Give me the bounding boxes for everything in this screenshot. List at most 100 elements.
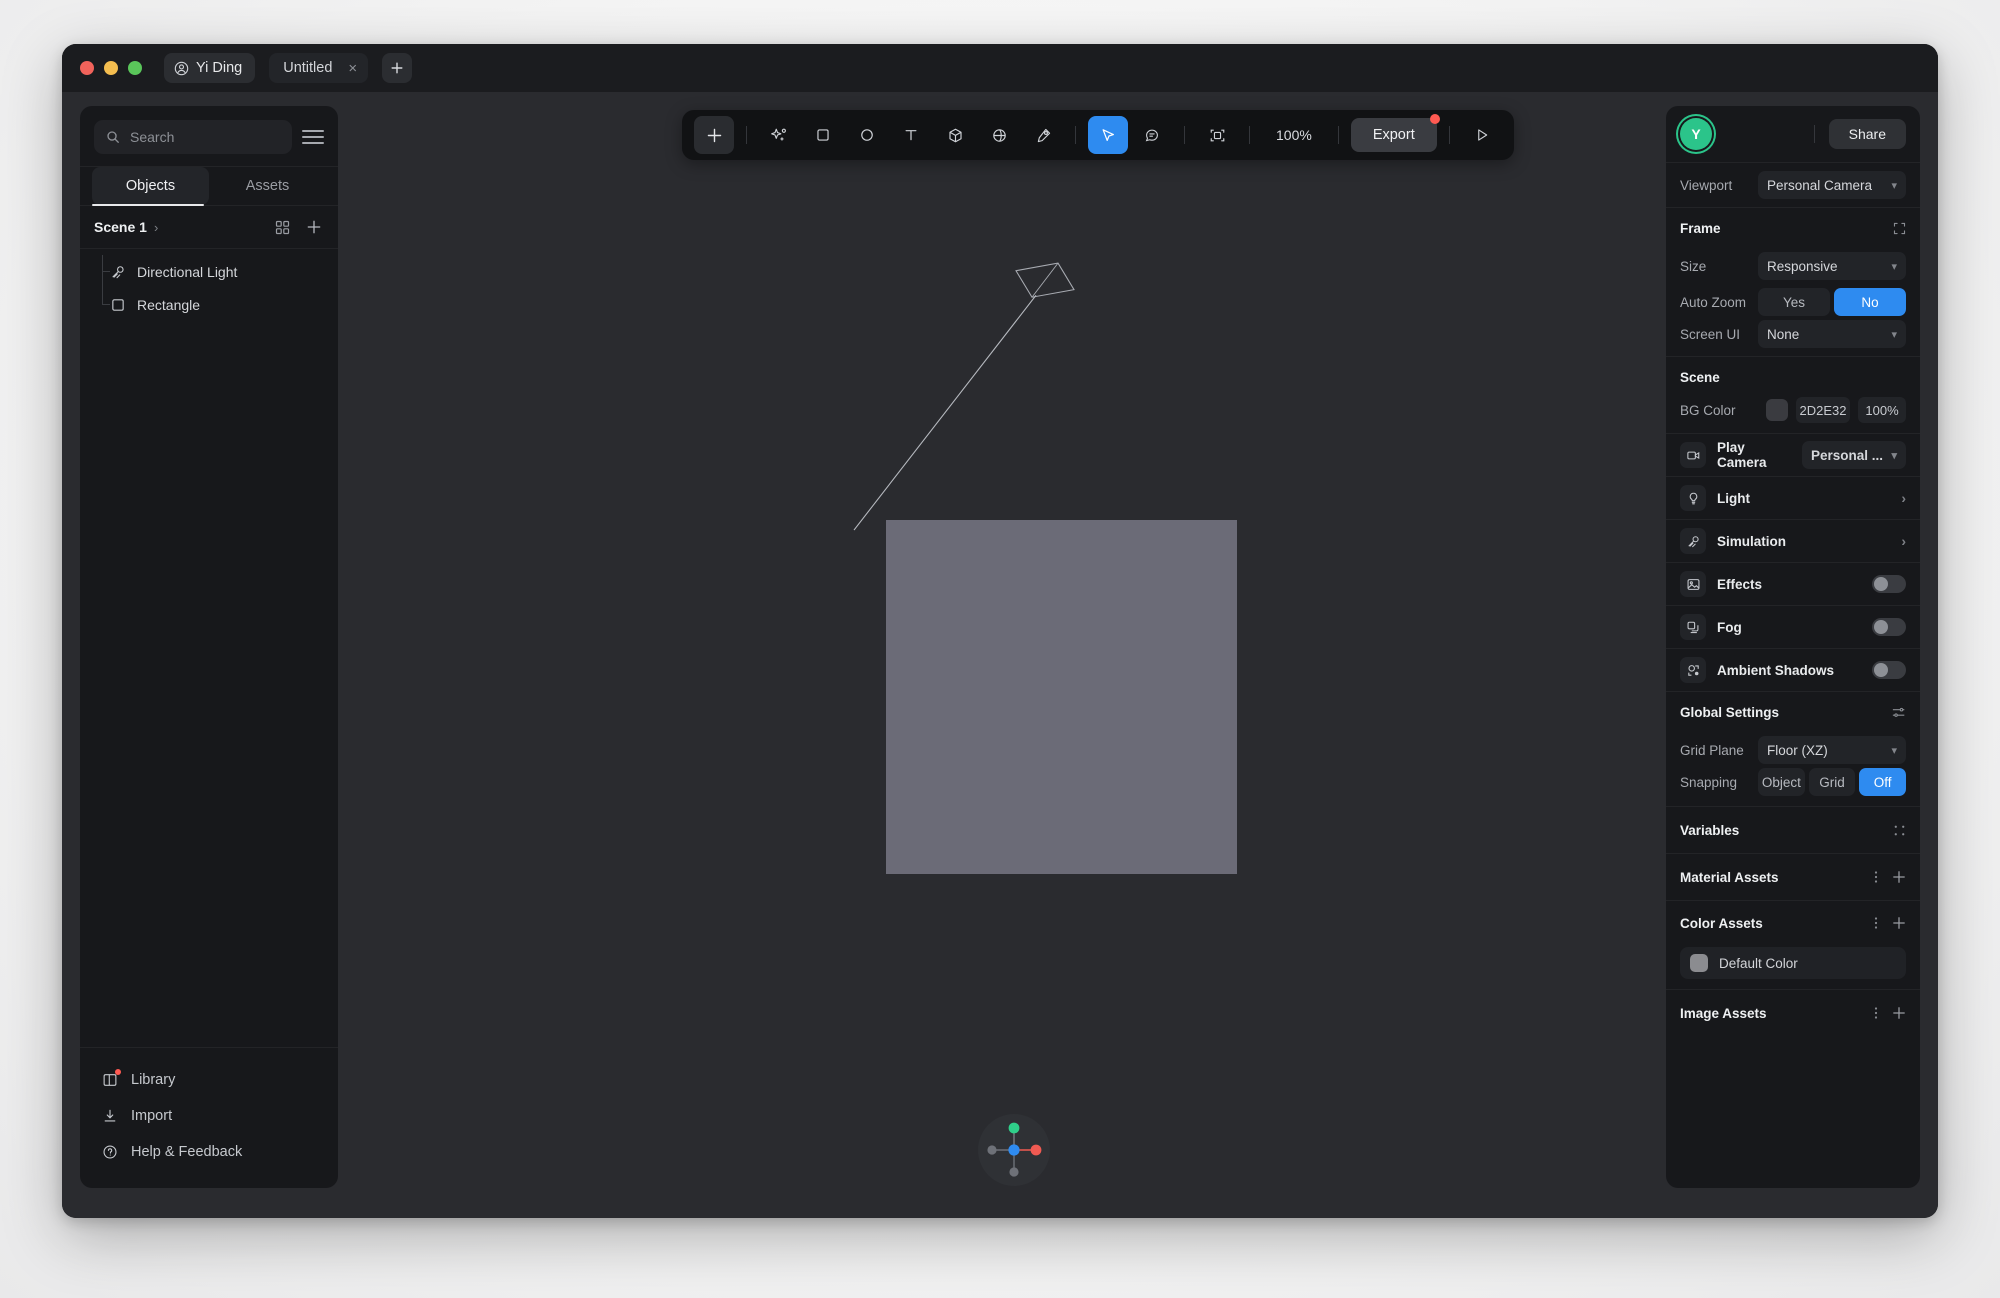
divider (1184, 126, 1185, 144)
bg-color-swatch[interactable] (1766, 399, 1788, 421)
global-settings-header: Global Settings (1666, 692, 1920, 732)
more-vertical-icon[interactable] (1874, 1006, 1878, 1020)
auto-zoom-yes[interactable]: Yes (1758, 288, 1830, 316)
plus-icon[interactable] (1892, 870, 1906, 884)
plus-icon[interactable] (1892, 1006, 1906, 1020)
tab-objects[interactable]: Objects (92, 167, 209, 205)
close-icon[interactable]: × (348, 61, 357, 76)
grid-view-icon[interactable] (275, 220, 290, 235)
bg-color-label: BG Color (1680, 402, 1736, 418)
search-row: Search (80, 106, 338, 166)
ambient-shadows-toggle[interactable] (1872, 661, 1906, 679)
color-assets-section-header[interactable]: Color Assets (1666, 901, 1920, 945)
window-traffic-lights (80, 61, 142, 75)
material-assets-section-header[interactable]: Material Assets (1666, 854, 1920, 900)
snapping-grid[interactable]: Grid (1808, 768, 1856, 796)
document-tab[interactable]: Untitled × (269, 53, 369, 83)
fog-toggle[interactable] (1872, 618, 1906, 636)
scene-rectangle-object[interactable] (886, 520, 1237, 874)
directional-light-icon (110, 264, 126, 280)
light-row[interactable]: Light › (1666, 477, 1920, 519)
frame-size-select[interactable]: Responsive ▾ (1758, 252, 1906, 280)
frame-select-icon[interactable] (1197, 116, 1237, 154)
simulation-row[interactable]: Simulation › (1666, 520, 1920, 562)
axis-y-handle (1008, 1122, 1020, 1134)
material-assets-title: Material Assets (1680, 869, 1779, 885)
maximize-window-button[interactable] (128, 61, 142, 75)
divider (1337, 126, 1339, 144)
sidebar-item-label: Help & Feedback (131, 1144, 243, 1160)
avatar[interactable]: Y (1680, 118, 1712, 150)
effects-row[interactable]: Effects (1666, 563, 1920, 605)
variables-title: Variables (1680, 822, 1740, 838)
sidebar-item-help-feedback[interactable]: Help & Feedback (80, 1134, 338, 1170)
sidebar-item-library[interactable]: Library (80, 1062, 338, 1098)
image-assets-section-header[interactable]: Image Assets (1666, 990, 1920, 1036)
auto-zoom-no[interactable]: No (1834, 288, 1906, 316)
play-camera-row[interactable]: Play Camera Personal ... ▾ (1666, 434, 1920, 476)
grid-plane-select[interactable]: Floor (XZ) ▾ (1758, 736, 1906, 764)
list-item[interactable]: Rectangle (80, 288, 338, 321)
minimize-window-button[interactable] (104, 61, 118, 75)
effects-toggle[interactable] (1872, 575, 1906, 593)
zoom-level[interactable]: 100% (1262, 127, 1326, 143)
snapping-off[interactable]: Off (1859, 768, 1907, 796)
plus-icon[interactable] (1892, 916, 1906, 930)
object-list: Directional Light Rectangle (80, 249, 338, 321)
more-vertical-icon[interactable] (1874, 916, 1878, 930)
hamburger-icon[interactable] (300, 130, 324, 144)
list-item[interactable]: Directional Light (80, 255, 338, 288)
sidebar-item-import[interactable]: Import (80, 1098, 338, 1134)
sliders-icon[interactable] (1891, 705, 1906, 720)
expand-dots-icon[interactable] (1893, 824, 1906, 837)
ai-sparkle-tool[interactable] (759, 116, 799, 154)
text-tool[interactable] (891, 116, 931, 154)
cursor-tool[interactable] (1088, 116, 1128, 154)
sphere-tool[interactable] (979, 116, 1019, 154)
play-camera-select[interactable]: Personal ... ▾ (1802, 441, 1906, 469)
auto-zoom-yes-label: Yes (1782, 294, 1806, 310)
more-vertical-icon[interactable] (1874, 870, 1878, 884)
fog-row[interactable]: Fog (1666, 606, 1920, 648)
ambient-shadows-row[interactable]: Ambient Shadows (1666, 649, 1920, 691)
comment-icon[interactable] (1132, 116, 1172, 154)
plus-icon[interactable] (306, 219, 322, 235)
frame-size-row: Size Responsive ▾ (1666, 248, 1920, 284)
viewport-label: Viewport (1680, 177, 1733, 193)
add-button[interactable] (694, 116, 734, 154)
share-button[interactable]: Share (1828, 119, 1906, 149)
account-chip[interactable]: Yi Ding (164, 53, 256, 83)
export-label: Export (1372, 127, 1415, 143)
search-input[interactable]: Search (94, 120, 292, 154)
chevron-right-icon[interactable]: › (154, 220, 158, 235)
new-tab-button[interactable] (382, 53, 413, 83)
viewport-canvas[interactable]: Orthographic Perspective (352, 106, 1676, 1204)
chevron-right-icon[interactable]: › (1901, 490, 1906, 506)
right-sidebar: Y Share Viewport Personal Camera ▾ Frame (1666, 106, 1920, 1188)
rectangle-tool[interactable] (803, 116, 843, 154)
snapping-object[interactable]: Object (1758, 768, 1805, 796)
export-button[interactable]: Export (1350, 114, 1440, 152)
axis-gizmo[interactable] (978, 1114, 1050, 1186)
screen-ui-select[interactable]: None ▾ (1758, 320, 1906, 348)
chevron-right-icon[interactable]: › (1901, 533, 1906, 549)
scene-section-title: Scene (1680, 369, 1720, 385)
bg-color-opacity[interactable]: 100% (1858, 397, 1906, 423)
axis-center-handle (1008, 1144, 1020, 1156)
snapping-row: Snapping Object Grid Off (1666, 768, 1920, 806)
tab-assets[interactable]: Assets (209, 167, 326, 205)
color-asset-item[interactable]: Default Color (1680, 947, 1906, 979)
close-window-button[interactable] (80, 61, 94, 75)
expand-icon[interactable] (1893, 222, 1906, 235)
help-circle-icon (102, 1144, 118, 1160)
image-effects-icon (1680, 571, 1706, 597)
play-icon[interactable] (1462, 116, 1502, 154)
ellipse-tool[interactable] (847, 116, 887, 154)
variables-section-header[interactable]: Variables (1666, 807, 1920, 853)
bg-color-hex[interactable]: 2D2E32 (1796, 397, 1850, 423)
cube-tool[interactable] (935, 116, 975, 154)
pen-tool[interactable] (1023, 116, 1063, 154)
auto-zoom-segmented: Yes No (1758, 288, 1906, 316)
viewport-select[interactable]: Personal Camera ▾ (1758, 171, 1906, 199)
app-body: Search Objects Assets Scene 1 › Directio… (62, 92, 1938, 1218)
